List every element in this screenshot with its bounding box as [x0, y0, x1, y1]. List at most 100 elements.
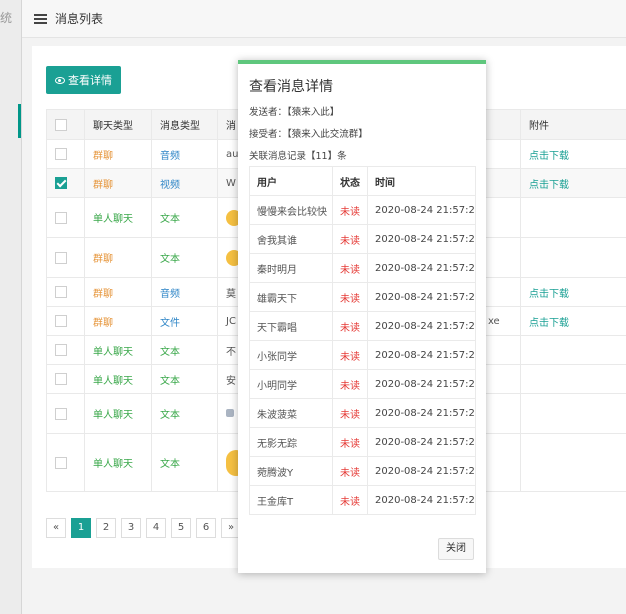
page-prev-button[interactable]: « — [46, 518, 66, 538]
message-type: 文件 — [151, 306, 218, 336]
detail-row: 小张同学 未读 2020-08-24 21:57:20 — [249, 340, 476, 370]
detail-row: 菀腾波Y 未读 2020-08-24 21:57:20 — [249, 456, 476, 486]
user-name: 天下霸唱 — [249, 311, 333, 341]
view-details-button[interactable]: 查看详情 — [46, 66, 121, 94]
image-icon — [226, 409, 234, 417]
close-button[interactable]: 关闭 — [438, 538, 474, 560]
column-header: 附件 — [520, 109, 626, 140]
attachment-cell — [520, 433, 626, 492]
read-time: 2020-08-24 21:57:20 — [367, 224, 476, 254]
read-status: 未读 — [332, 427, 368, 457]
chat-type: 群聊 — [84, 237, 152, 278]
user-name: 王金库T — [249, 485, 333, 515]
read-status: 未读 — [332, 311, 368, 341]
read-status: 未读 — [332, 398, 368, 428]
detail-row: 慢慢来会比较快 未读 2020-08-24 21:57:20 — [249, 195, 476, 225]
select-all-checkbox[interactable] — [55, 118, 67, 131]
user-name: 慢慢来会比较快 — [249, 195, 333, 225]
message-type: 音频 — [151, 139, 218, 169]
attachment-cell — [520, 364, 626, 394]
row-checkbox[interactable] — [55, 344, 67, 356]
row-checkbox[interactable] — [55, 407, 67, 420]
header-select-all[interactable] — [46, 109, 85, 140]
view-details-label: 查看详情 — [68, 74, 112, 87]
message-type: 文本 — [151, 197, 218, 238]
chat-type: 单人聊天 — [84, 433, 152, 492]
detail-row: 无影无踪 未读 2020-08-24 21:57:20 — [249, 427, 476, 457]
read-status: 未读 — [332, 485, 368, 515]
user-name: 朱波菠菜 — [249, 398, 333, 428]
pagination: « 1 2 3 4 5 6 » — [46, 518, 241, 538]
chat-type: 单人聊天 — [84, 335, 152, 365]
read-time: 2020-08-24 21:57:20 — [367, 340, 476, 370]
user-name: 小明同学 — [249, 369, 333, 399]
chat-type: 单人聊天 — [84, 393, 152, 434]
read-time: 2020-08-24 21:57:20 — [367, 282, 476, 312]
read-status-table: 用户 状态 时间 慢慢来会比较快 未读 2020-08-24 21:57:20 舍我… — [249, 166, 476, 515]
nav-active-indicator — [18, 104, 21, 138]
read-time: 2020-08-24 21:57:20 — [367, 456, 476, 486]
page-tab-title[interactable]: 消息列表 — [55, 10, 103, 27]
detail-header-row: 用户 状态 时间 — [249, 166, 476, 196]
download-link[interactable]: 点击下载 — [520, 168, 626, 198]
read-time: 2020-08-24 21:57:20 — [367, 311, 476, 341]
detail-row: 朱波菠菜 未读 2020-08-24 21:57:20 — [249, 398, 476, 428]
user-name: 小张同学 — [249, 340, 333, 370]
detail-row: 秦时明月 未读 2020-08-24 21:57:20 — [249, 253, 476, 283]
row-checkbox[interactable] — [55, 251, 67, 264]
page-button-6[interactable]: 6 — [196, 518, 216, 538]
message-detail-modal: 查看消息详情 发送者：【猿来入此】 接受者：【猿来入此交流群】 关联消息记录【1… — [238, 60, 486, 573]
row-checkbox[interactable] — [55, 148, 67, 160]
row-checkbox[interactable] — [55, 456, 67, 469]
page-button-3[interactable]: 3 — [121, 518, 141, 538]
column-header-time: 时间 — [367, 166, 476, 196]
chat-type: 单人聊天 — [84, 197, 152, 238]
menu-icon[interactable] — [34, 13, 47, 24]
modal-title: 查看消息详情 — [249, 79, 333, 95]
read-time: 2020-08-24 21:57:20 — [367, 427, 476, 457]
message-type: 文本 — [151, 237, 218, 278]
column-header-status: 状态 — [332, 166, 368, 196]
chat-type: 群聊 — [84, 168, 152, 198]
chat-type: 群聊 — [84, 277, 152, 307]
chat-type: 群聊 — [84, 139, 152, 169]
read-time: 2020-08-24 21:57:20 — [367, 398, 476, 428]
row-checkbox[interactable] — [55, 315, 67, 327]
download-link[interactable]: 点击下载 — [520, 139, 626, 169]
row-checkbox[interactable] — [55, 177, 67, 189]
user-name: 菀腾波Y — [249, 456, 333, 486]
attachment-cell — [520, 237, 626, 278]
page-button-4[interactable]: 4 — [146, 518, 166, 538]
row-checkbox[interactable] — [55, 373, 67, 385]
page-button-1[interactable]: 1 — [71, 518, 91, 538]
page-button-2[interactable]: 2 — [96, 518, 116, 538]
read-status: 未读 — [332, 224, 368, 254]
page-button-5[interactable]: 5 — [171, 518, 191, 538]
read-time: 2020-08-24 21:57:20 — [367, 253, 476, 283]
row-checkbox[interactable] — [55, 211, 67, 224]
detail-row: 天下霸唱 未读 2020-08-24 21:57:20 — [249, 311, 476, 341]
detail-row: 小明同学 未读 2020-08-24 21:57:20 — [249, 369, 476, 399]
message-type: 文本 — [151, 393, 218, 434]
message-type: 文本 — [151, 364, 218, 394]
sender-info: 发送者：【猿来入此】 — [249, 107, 340, 118]
download-link[interactable]: 点击下载 — [520, 277, 626, 307]
column-header-user: 用户 — [249, 166, 333, 196]
read-status: 未读 — [332, 456, 368, 486]
detail-row: 舍我其谁 未读 2020-08-24 21:57:20 — [249, 224, 476, 254]
message-type: 音频 — [151, 277, 218, 307]
row-checkbox[interactable] — [55, 286, 67, 298]
read-status: 未读 — [332, 369, 368, 399]
message-type: 文本 — [151, 433, 218, 492]
user-name: 无影无踪 — [249, 427, 333, 457]
eye-icon — [55, 76, 65, 84]
top-bar: 消息列表 — [22, 0, 626, 38]
download-link[interactable]: 点击下载 — [520, 306, 626, 336]
read-status: 未读 — [332, 340, 368, 370]
detail-row: 王金库T 未读 2020-08-24 21:57:20 — [249, 485, 476, 515]
user-name: 舍我其谁 — [249, 224, 333, 254]
user-name: 秦时明月 — [249, 253, 333, 283]
receiver-info: 接受者：【猿来入此交流群】 — [249, 129, 368, 140]
read-status: 未读 — [332, 195, 368, 225]
system-title-fragment: 统 — [0, 11, 13, 25]
